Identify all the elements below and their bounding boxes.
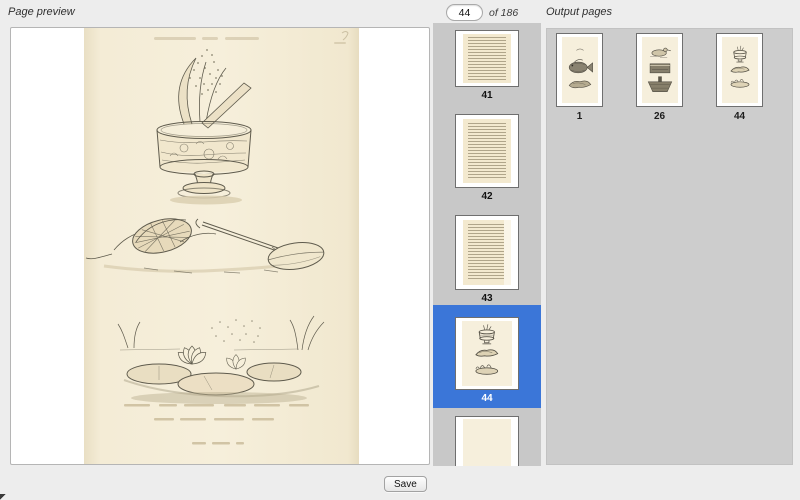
page-preview-panel [10, 27, 430, 465]
filmstrip-thumb-43[interactable]: 43 [433, 215, 541, 304]
plate-page-thumbnail [642, 37, 678, 103]
thumbnail-frame [455, 30, 519, 87]
page-preview-label: Page preview [8, 6, 75, 18]
plate-page-thumbnail [562, 37, 598, 103]
thumbnail-frame [556, 33, 603, 107]
pinecone-illustration [86, 213, 326, 273]
blank-page-thumbnail [463, 419, 511, 466]
thumbnail-frame [455, 215, 519, 290]
output-thumb-label: 44 [734, 111, 745, 122]
faint-header-text [154, 37, 346, 44]
filmstrip-thumb-label: 43 [481, 293, 492, 304]
output-thumb-26[interactable]: 26 [636, 33, 683, 122]
mini-plate-illustration [722, 37, 758, 103]
thumbnail-frame [716, 33, 763, 107]
faint-caption-text [124, 404, 309, 445]
thumbnail-frame [455, 317, 519, 390]
vase-illustration [157, 49, 251, 204]
output-thumb-44[interactable]: 44 [716, 33, 763, 122]
save-button[interactable]: Save [384, 476, 427, 492]
output-thumb-label: 1 [577, 111, 583, 122]
filmstrip-thumb-label: 41 [481, 90, 492, 101]
filmstrip-thumb-label: 42 [481, 191, 492, 202]
pencil-mark [342, 32, 348, 41]
filmstrip-thumb-44-selected[interactable]: 44 [433, 305, 541, 408]
water-lilies-illustration [118, 316, 324, 404]
filmstrip-thumb-42[interactable]: 42 [433, 114, 541, 202]
output-thumb-1[interactable]: 1 [556, 33, 603, 122]
plate-page-thumbnail [722, 37, 758, 103]
filmstrip-thumb-45-partial[interactable] [433, 416, 541, 466]
duck-plate-illustration [642, 37, 678, 103]
page-thumbnail-filmstrip[interactable]: 41 42 43 [433, 23, 541, 466]
filmstrip-thumb-41[interactable]: 41 [433, 30, 541, 101]
thumbnail-frame [636, 33, 683, 107]
output-thumb-label: 26 [654, 111, 665, 122]
screen-corner-artifact [0, 494, 7, 500]
text-page-thumbnail [463, 119, 511, 184]
page-number-input[interactable] [446, 4, 483, 21]
text-page-thumbnail [463, 220, 511, 286]
page-scan-illustration [84, 28, 359, 464]
plate-page-thumbnail [462, 321, 512, 386]
page-total-label: of 186 [489, 7, 518, 19]
output-pages-panel: 1 [546, 28, 793, 465]
thumbnail-frame [455, 114, 519, 188]
mini-plate-illustration [462, 321, 512, 386]
fish-plate-illustration [562, 37, 598, 103]
preview-page-scan [84, 28, 359, 464]
thumbnail-frame [455, 416, 519, 466]
output-pages-label: Output pages [546, 6, 612, 18]
text-page-thumbnail [463, 34, 511, 84]
filmstrip-thumb-label: 44 [481, 393, 492, 404]
